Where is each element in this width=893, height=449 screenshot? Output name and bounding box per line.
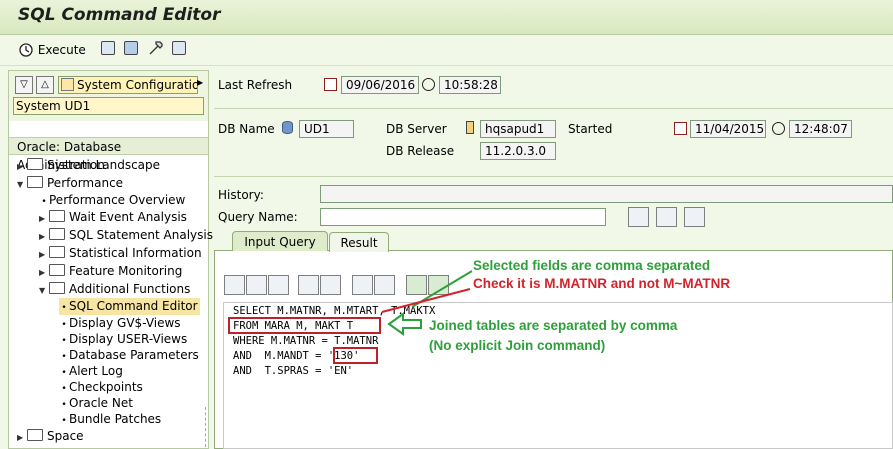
annotation-no-join: (No explicit Join command) — [429, 338, 606, 353]
green-arrow-icon — [387, 312, 422, 336]
annotation-comma-fields: Selected fields are comma separated — [473, 258, 711, 273]
annotation-check-matnr: Check it is M.MATNR and not M~MATNR — [473, 276, 731, 291]
annotation-joined-tables: Joined tables are separated by comma — [429, 318, 678, 333]
annotation-arrows — [381, 270, 473, 336]
red-pointer-line — [381, 288, 471, 313]
